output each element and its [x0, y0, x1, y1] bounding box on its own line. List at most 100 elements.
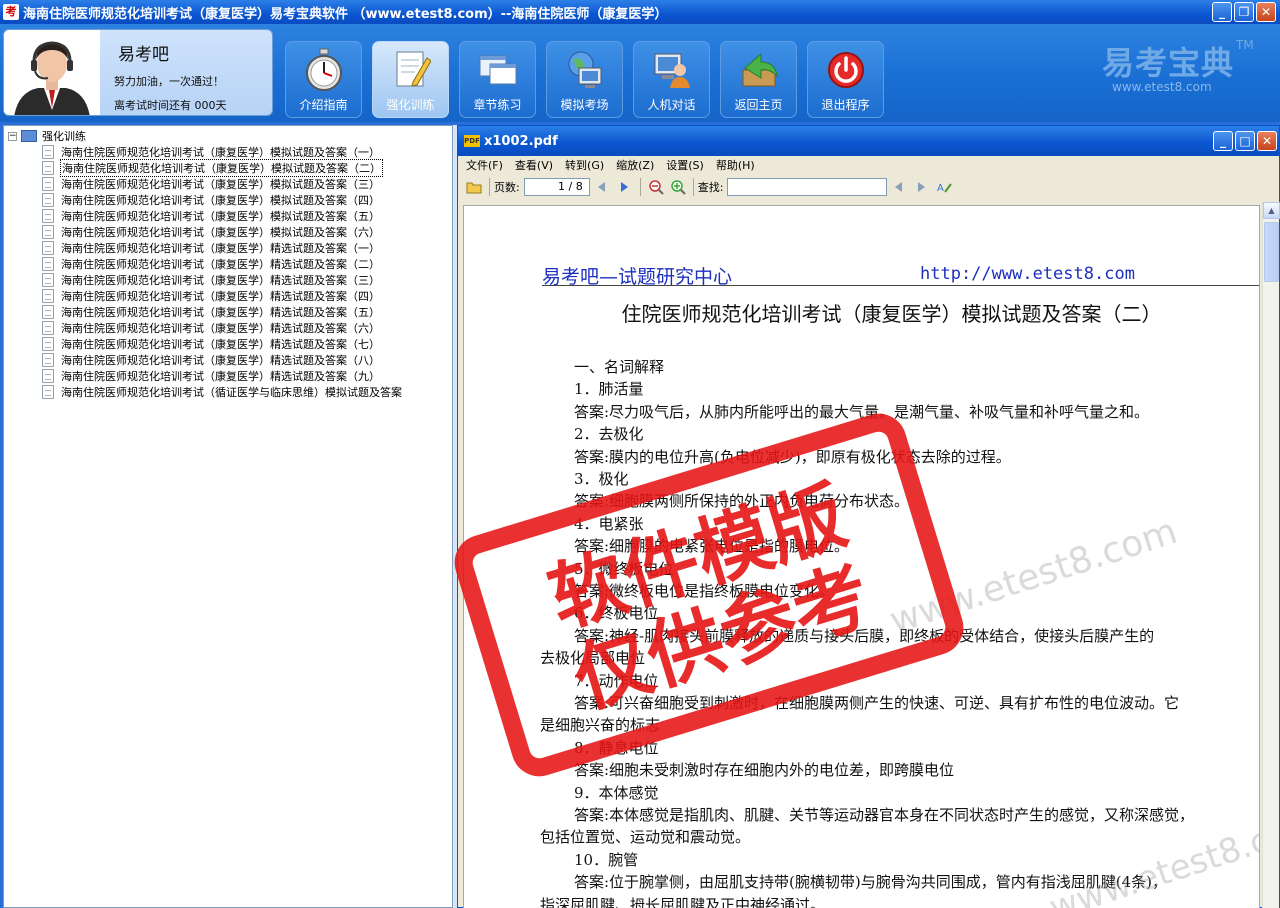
find-next-icon[interactable]	[918, 182, 926, 192]
document-icon	[42, 145, 54, 159]
pdf-close-button[interactable]: ✕	[1257, 131, 1277, 151]
tree-item[interactable]: 海南住院医师规范化培训考试（康复医学）精选试题及答案（六）	[42, 320, 381, 336]
toolbar-separator	[692, 178, 694, 196]
support-agent-icon	[4, 30, 100, 115]
scroll-up-icon[interactable]: ▲	[1263, 202, 1280, 219]
scroll-thumb[interactable]	[1264, 222, 1279, 282]
window-titlebar: 考 海南住院医师规范化培训考试（康复医学）易考宝典软件 （www.etest8.…	[0, 0, 1280, 24]
nav-mock-exam-button[interactable]: 模拟考场	[546, 41, 623, 118]
menu-view[interactable]: 查看(V)	[515, 157, 553, 173]
menu-goto[interactable]: 转到(G)	[565, 157, 604, 173]
tree-item[interactable]: 海南住院医师规范化培训考试（康复医学）精选试题及答案（八）	[42, 352, 381, 368]
tree-item-label: 海南住院医师规范化培训考试（康复医学）精选试题及答案（一）	[61, 242, 380, 255]
nav-training-button[interactable]: 强化训练	[372, 41, 449, 118]
close-button[interactable]: ✕	[1256, 2, 1276, 22]
prev-page-icon[interactable]	[597, 182, 605, 192]
svg-text:A: A	[937, 183, 944, 194]
pdf-file-icon: PDF	[464, 135, 480, 147]
tree-item[interactable]: 海南住院医师规范化培训考试（康复医学）模拟试题及答案（四）	[42, 192, 381, 208]
tree-item[interactable]: 海南住院医师规范化培训考试（循证医学与临床思维）模拟试题及答案	[42, 384, 403, 400]
pdf-titlebar: PDF x1002.pdf _ □ ✕	[458, 126, 1279, 156]
doc-header: 易考吧—试题研究中心 http://www.etest8.com	[542, 262, 1259, 288]
doc-title: 住院医师规范化培训考试（康复医学）模拟试题及答案（二）	[621, 302, 1162, 326]
pdf-toolbar: 页数: 1 / 8 查找: A	[458, 174, 1279, 200]
tree-item[interactable]: 海南住院医师规范化培训考试（康复医学）精选试题及答案（四）	[42, 288, 381, 304]
document-icon	[42, 257, 54, 271]
tree-item[interactable]: 海南住院医师规范化培训考试（康复医学）精选试题及答案（三）	[42, 272, 381, 288]
tree-item[interactable]: 海南住院医师规范化培训考试（康复医学）精选试题及答案（七）	[42, 336, 381, 352]
pdf-vertical-scrollbar[interactable]: ▲	[1262, 202, 1280, 908]
menu-zoom[interactable]: 缩放(Z)	[616, 157, 654, 173]
tree-item[interactable]: 海南住院医师规范化培训考试（康复医学）模拟试题及答案（三）	[42, 176, 381, 192]
tree-item[interactable]: 海南住院医师规范化培训考试（康复医学）精选试题及答案（二）	[42, 256, 381, 272]
page-number-input[interactable]: 1 / 8	[523, 178, 590, 196]
doc-header-url[interactable]: http://www.etest8.com	[920, 264, 1135, 284]
find-input[interactable]	[727, 178, 888, 196]
notepad-pencil-icon	[396, 51, 431, 87]
menu-help[interactable]: 帮助(H)	[716, 157, 755, 173]
answer-line: 答案:本体感觉是指肌肉、肌腱、关节等运动器官本身在不同状态时产生的感觉，又称深感…	[574, 806, 1195, 824]
tree-item[interactable]: 海南住院医师规范化培训考试（康复医学）精选试题及答案（一）	[42, 240, 381, 256]
profile-name: 易考吧	[118, 45, 169, 65]
tree-item[interactable]: 海南住院医师规范化培训考试（康复医学）精选试题及答案（九）	[42, 368, 381, 384]
tree-item-label: 海南住院医师规范化培训考试（康复医学）模拟试题及答案（二）	[60, 159, 383, 177]
nav-label: 章节练习	[473, 98, 522, 112]
pdf-maximize-button[interactable]: □	[1235, 131, 1255, 151]
nav-intro-button[interactable]: 介绍指南	[285, 41, 362, 118]
tree-root[interactable]: − 强化训练	[8, 128, 87, 144]
tree-item[interactable]: 海南住院医师规范化培训考试（康复医学）模拟试题及答案（一）	[42, 144, 381, 160]
doc-line: 包括位置觉、运动觉和震动觉。	[540, 828, 751, 847]
exam-countdown: 离考试时间还有 000天	[114, 99, 227, 112]
nav-label: 退出程序	[821, 98, 870, 112]
nav-label: 介绍指南	[299, 98, 348, 112]
return-arrow-icon	[742, 52, 778, 87]
tree-item[interactable]: 海南住院医师规范化培训考试（康复医学）模拟试题及答案（五）	[42, 208, 381, 224]
document-icon	[42, 225, 54, 239]
zoom-out-icon[interactable]	[648, 179, 664, 195]
collapse-icon[interactable]: −	[8, 131, 17, 141]
open-folder-icon[interactable]	[466, 179, 482, 195]
pdf-title: x1002.pdf	[484, 133, 558, 149]
tree-root-label: 强化训练	[42, 130, 86, 143]
window-title: 海南住院医师规范化培训考试（康复医学）易考宝典软件 （www.etest8.co…	[23, 6, 668, 22]
document-icon	[42, 241, 54, 255]
nav-exit-button[interactable]: 退出程序	[807, 41, 884, 118]
highlight-icon[interactable]: A	[936, 179, 953, 195]
app-icon: 考	[3, 4, 19, 20]
exercise-tree[interactable]: − 强化训练 海南住院医师规范化培训考试（康复医学）模拟试题及答案（一） 海南住院…	[3, 125, 453, 908]
profile-motto: 努力加油，一次通过！	[114, 75, 224, 88]
zoom-in-icon[interactable]	[670, 179, 686, 195]
doc-header-site: 易考吧—试题研究中心	[542, 266, 733, 288]
next-page-icon[interactable]	[620, 182, 628, 192]
folder-icon	[21, 130, 37, 142]
menu-settings[interactable]: 设置(S)	[666, 157, 704, 173]
toolbar-separator	[639, 178, 641, 196]
minimize-button[interactable]: _	[1212, 2, 1232, 22]
power-icon	[828, 52, 864, 88]
nav-dialogue-button[interactable]: 人机对话	[633, 41, 710, 118]
tree-item-label: 海南住院医师规范化培训考试（康复医学）模拟试题及答案（三）	[61, 178, 380, 191]
document-icon	[42, 273, 54, 287]
document-icon	[42, 369, 54, 383]
nav-label: 人机对话	[647, 98, 696, 112]
tree-item[interactable]: 海南住院医师规范化培训考试（康复医学）模拟试题及答案（二）	[42, 159, 383, 177]
pdf-minimize-button[interactable]: _	[1213, 131, 1233, 151]
brand-trademark: TM	[1236, 38, 1254, 52]
nav-home-button[interactable]: 返回主页	[720, 41, 797, 118]
menu-file[interactable]: 文件(F)	[466, 157, 503, 173]
tree-item[interactable]: 海南住院医师规范化培训考试（康复医学）模拟试题及答案（六）	[42, 224, 381, 240]
tree-item-label: 海南住院医师规范化培训考试（康复医学）精选试题及答案（二）	[61, 258, 380, 271]
find-prev-icon[interactable]	[895, 182, 903, 192]
nav-chapter-button[interactable]: 章节练习	[459, 41, 536, 118]
profile-panel: 易考吧 努力加油，一次通过！ 离考试时间还有 000天	[3, 29, 273, 116]
restore-button[interactable]: ❐	[1234, 2, 1254, 22]
tree-item-label: 海南住院医师规范化培训考试（康复医学）模拟试题及答案（一）	[61, 146, 380, 159]
tree-item-label: 海南住院医师规范化培训考试（康复医学）模拟试题及答案（五）	[61, 210, 380, 223]
document-icon	[42, 193, 54, 207]
document-icon	[42, 337, 54, 351]
page-label: 页数:	[494, 181, 520, 194]
pdf-menubar: 文件(F) 查看(V) 转到(G) 缩放(Z) 设置(S) 帮助(H)	[458, 156, 1279, 174]
document-icon	[42, 209, 54, 223]
tree-item[interactable]: 海南住院医师规范化培训考试（康复医学）精选试题及答案（五）	[42, 304, 381, 320]
stopwatch-icon	[306, 48, 342, 91]
